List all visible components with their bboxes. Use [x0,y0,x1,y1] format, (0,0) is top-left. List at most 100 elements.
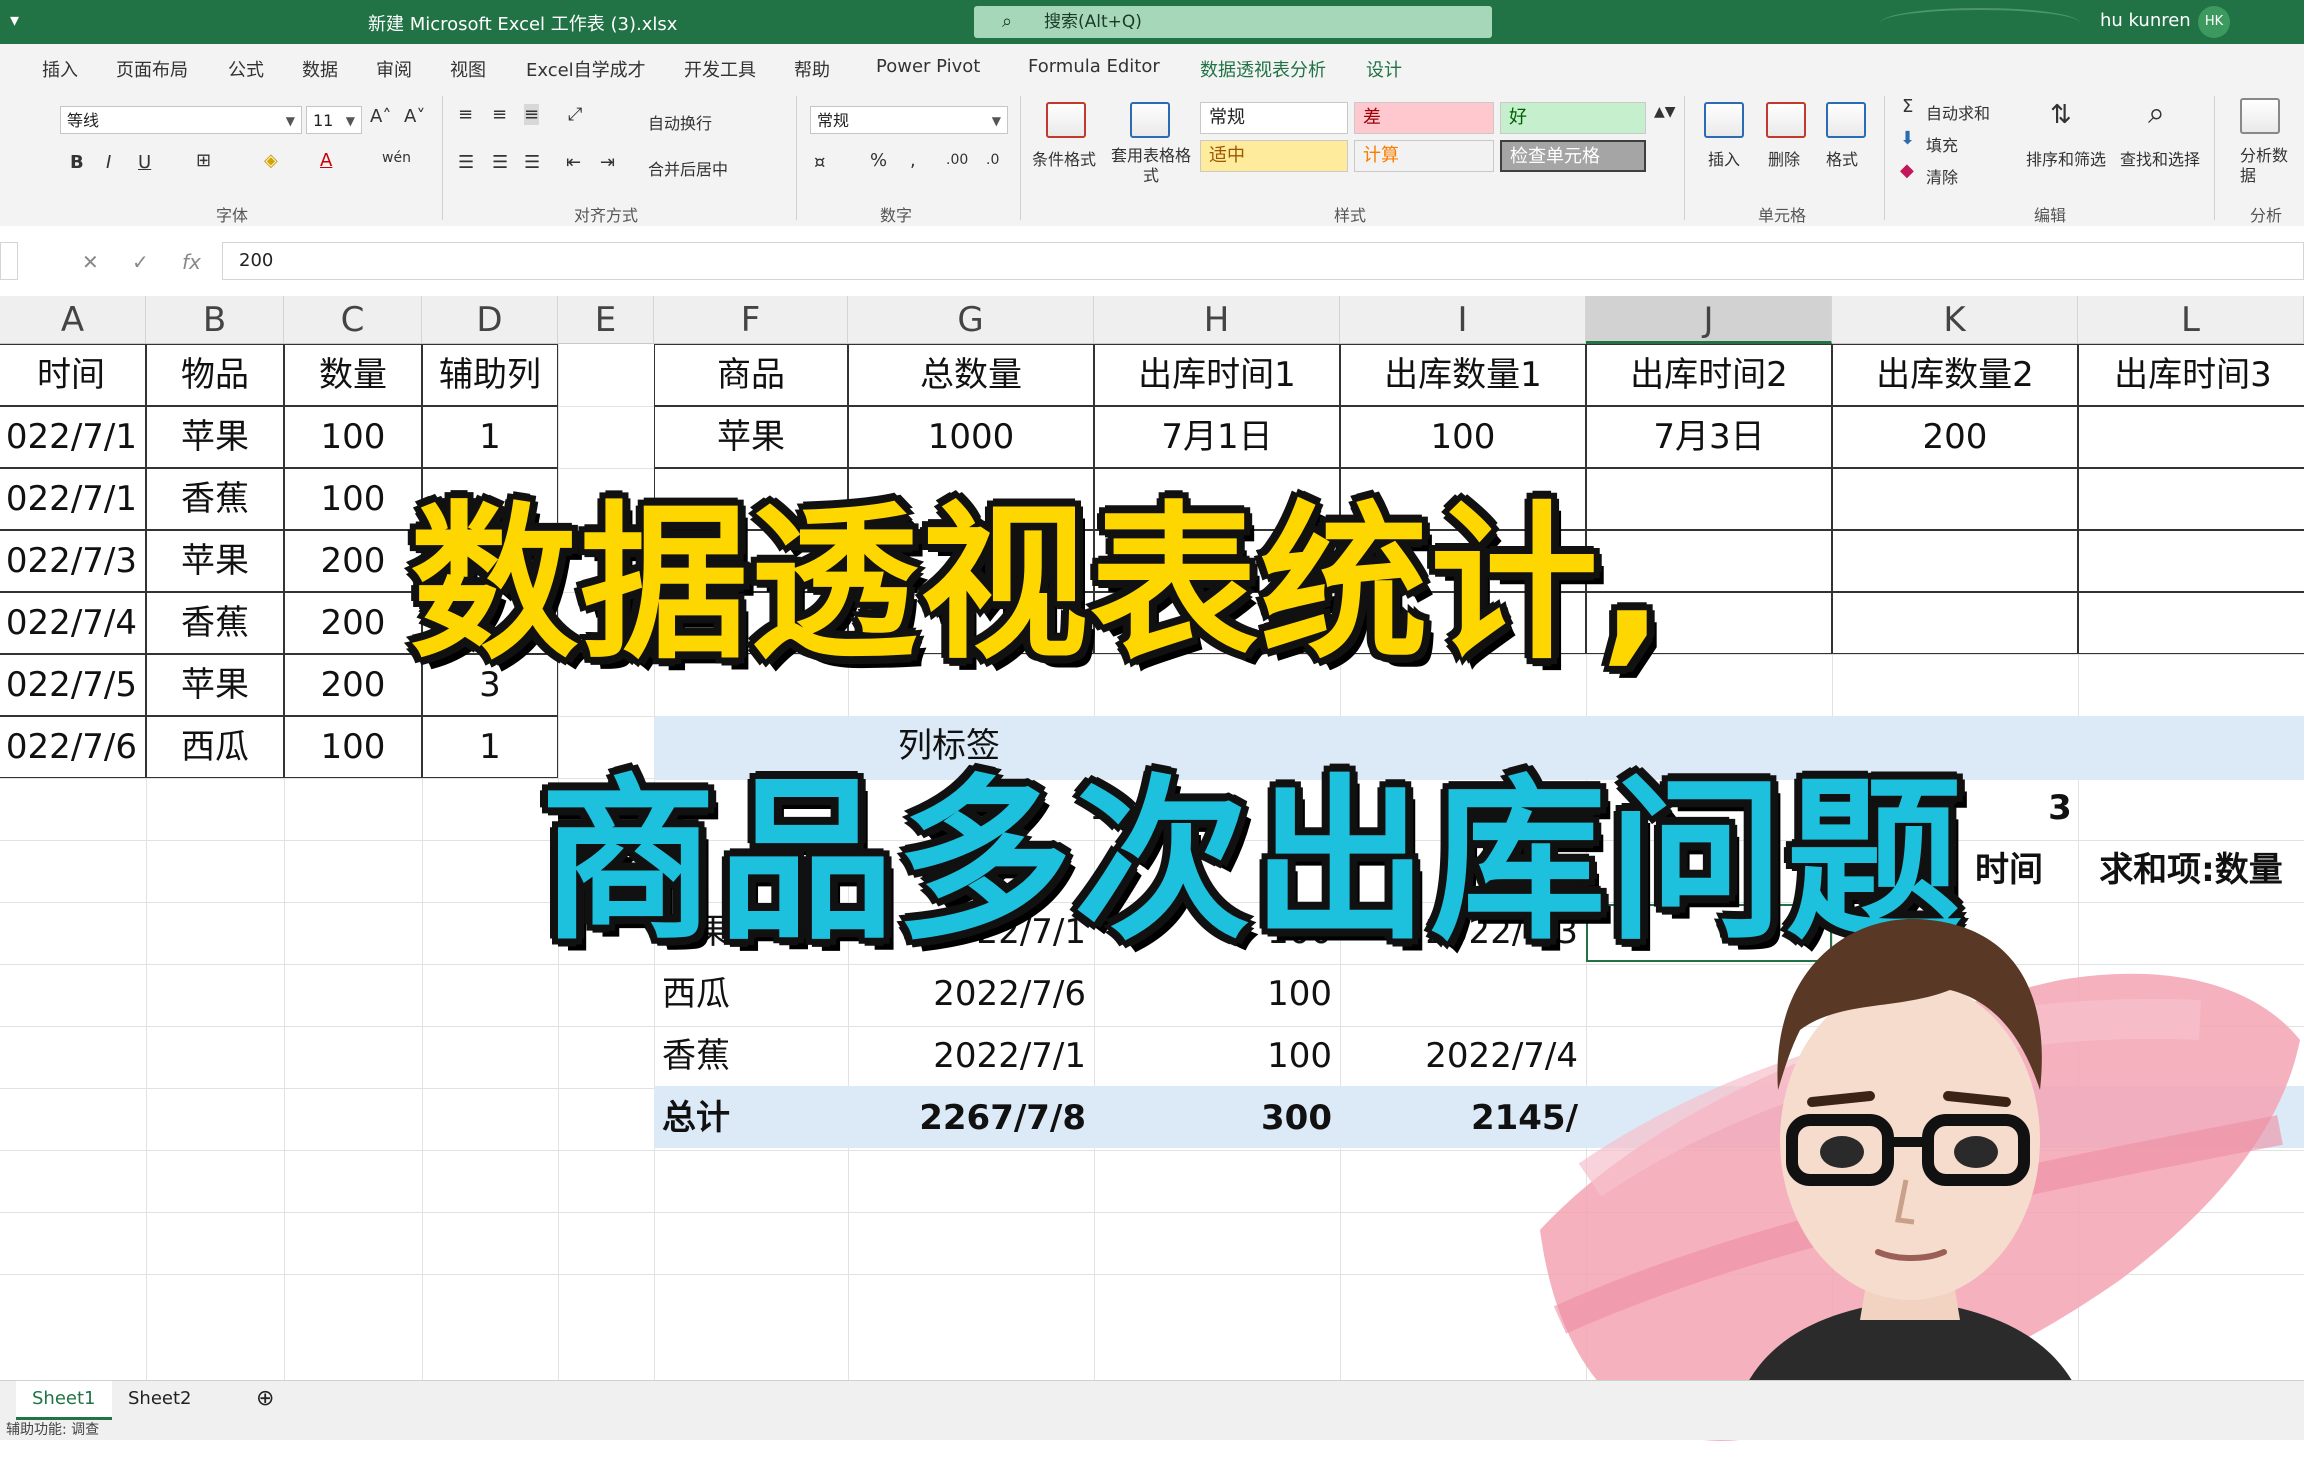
insert-cells-icon[interactable] [1704,102,1744,138]
tab-review[interactable]: 审阅 [376,56,412,82]
tab-formulas[interactable]: 公式 [228,56,264,82]
fill-icon[interactable]: ⬇ [1900,128,1915,149]
table-cell[interactable]: 100 [284,406,422,468]
table-cell[interactable]: 1 [422,716,558,778]
table-cell[interactable]: 200 [1832,406,2078,468]
table-cell[interactable]: 022/7/4 [0,592,146,654]
table-cell[interactable]: 022/7/1 [0,406,146,468]
delete-cells-icon[interactable] [1766,102,1806,138]
table-cell[interactable]: 苹果 [146,406,284,468]
tab-formula-editor[interactable]: Formula Editor [1028,56,1160,77]
decrease-decimal-icon[interactable]: .0 [986,152,999,168]
insert-cells-button[interactable]: 插入 [1708,146,1740,170]
right-header-out-time-2[interactable]: 出库时间2 [1586,344,1832,406]
user-name[interactable]: hu kunren [2100,10,2191,31]
table-cell[interactable]: 香蕉 [146,468,284,530]
sort-filter-icon[interactable]: ⇅ [2050,100,2072,130]
conditional-format-icon[interactable] [1046,102,1086,138]
style-good[interactable]: 好 [1500,102,1646,134]
style-bad[interactable]: 差 [1354,102,1494,134]
tab-view[interactable]: 视图 [450,56,486,82]
orientation-icon[interactable]: ⤢ [568,104,582,125]
table-cell[interactable]: 200 [284,530,422,592]
table-cell[interactable] [1832,530,2078,592]
table-format-icon[interactable] [1130,102,1170,138]
column-header-b[interactable]: B [146,296,284,344]
confirm-icon[interactable]: ✓ [132,250,149,274]
bold-icon[interactable]: B [70,152,84,173]
fill-button[interactable]: 填充 [1926,132,1958,156]
sheet-tab-sheet2[interactable]: Sheet2 [112,1381,208,1417]
number-format-select[interactable]: 常规 ▼ [810,106,1008,134]
find-select-button[interactable]: 查找和选择 [2120,146,2200,170]
left-header-item[interactable]: 物品 [146,344,284,406]
right-header-product[interactable]: 商品 [654,344,848,406]
style-neutral[interactable]: 适中 [1200,140,1348,172]
align-left-icon[interactable]: ☰ [458,152,474,173]
font-name-select[interactable]: 等线 ▼ [60,106,302,134]
cancel-icon[interactable]: ✕ [82,250,99,274]
table-cell[interactable]: 香蕉 [146,592,284,654]
table-format-button[interactable]: 套用表格格式 [1106,146,1196,186]
tab-pivot-analyze[interactable]: 数据透视表分析 [1200,56,1326,82]
pivot-cell[interactable]: 100 [1094,964,1340,1026]
column-header-j[interactable]: J [1586,296,1832,344]
search-box[interactable]: ⌕ 搜索(Alt+Q) [974,6,1492,38]
pivot-total-cell[interactable]: 2267/7/8 [848,1088,1094,1150]
indent-decrease-icon[interactable]: ⇤ [566,152,581,173]
tab-design[interactable]: 设计 [1366,56,1402,82]
pivot-cell[interactable]: 2022/7/6 [848,964,1094,1026]
column-header-g[interactable]: G [848,296,1094,344]
left-header-helper[interactable]: 辅助列 [422,344,558,406]
clear-button[interactable]: 清除 [1926,164,1958,188]
column-header-a[interactable]: A [0,296,146,344]
autosum-button[interactable]: 自动求和 [1926,100,1990,124]
font-color-icon[interactable]: A [320,150,332,171]
table-cell[interactable]: 200 [284,592,422,654]
sort-filter-button[interactable]: 排序和筛选 [2026,146,2106,170]
font-grow-icon[interactable]: A˄ [370,106,391,127]
table-cell[interactable]: 100 [284,468,422,530]
analyze-data-icon[interactable] [2240,98,2280,134]
right-header-total-qty[interactable]: 总数量 [848,344,1094,406]
font-shrink-icon[interactable]: A˅ [404,106,425,127]
column-header-e[interactable]: E [558,296,654,344]
table-cell[interactable] [2078,530,2304,592]
table-cell[interactable] [2078,592,2304,654]
tab-data[interactable]: 数据 [302,56,338,82]
column-header-k[interactable]: K [1832,296,2078,344]
conditional-format-button[interactable]: 条件格式 [1032,146,1096,170]
increase-decimal-icon[interactable]: .00 [946,152,968,168]
pivot-cell[interactable]: 100 [1094,1026,1340,1088]
column-header-h[interactable]: H [1094,296,1340,344]
currency-icon[interactable]: ¤ [814,152,825,173]
left-header-time[interactable]: 时间 [0,344,146,406]
column-header-f[interactable]: F [654,296,848,344]
autosum-icon[interactable]: Σ [1902,96,1913,117]
column-header-d[interactable]: D [422,296,558,344]
table-cell[interactable]: 022/7/6 [0,716,146,778]
table-cell[interactable] [1832,468,2078,530]
align-center-icon[interactable]: ☰ [492,152,508,173]
font-size-select[interactable]: 11 ▼ [306,106,362,134]
left-header-qty[interactable]: 数量 [284,344,422,406]
pivot-row-label[interactable]: 香蕉 [654,1026,848,1088]
underline-icon[interactable]: U [138,152,151,173]
comma-icon[interactable]: , [910,150,916,171]
right-header-out-time-3[interactable]: 出库时间3 [2078,344,2304,406]
quick-access-toolbar[interactable]: ▾ [10,10,19,31]
tab-page-layout[interactable]: 页面布局 [116,56,188,82]
table-cell[interactable]: 022/7/1 [0,468,146,530]
right-header-out-qty-2[interactable]: 出库数量2 [1832,344,2078,406]
document-title[interactable]: 新建 Microsoft Excel 工作表 (3).xlsx [368,10,677,36]
add-sheet-icon[interactable]: ⊕ [240,1381,290,1417]
table-cell[interactable]: 苹果 [146,530,284,592]
italic-icon[interactable]: I [106,152,111,173]
align-bottom-icon[interactable]: ≡ [524,104,540,125]
name-box[interactable] [0,242,18,280]
delete-cells-button[interactable]: 删除 [1768,146,1800,170]
pivot-row-label[interactable]: 西瓜 [654,964,848,1026]
column-header-i[interactable]: I [1340,296,1586,344]
analyze-data-button[interactable]: 分析数据 [2240,146,2290,186]
tab-help[interactable]: 帮助 [794,56,830,82]
